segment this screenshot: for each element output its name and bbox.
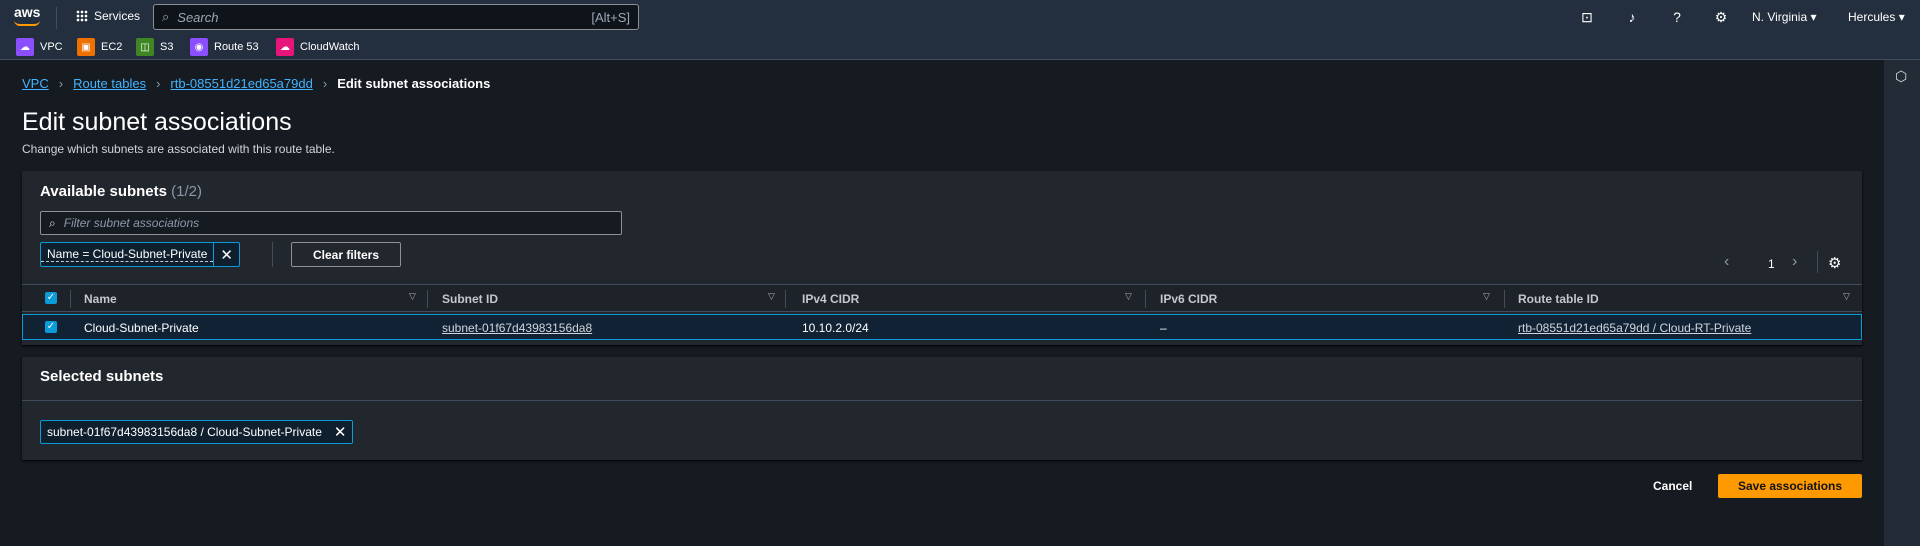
panel-title: Available subnets (1/2) [40, 183, 202, 200]
breadcrumb: VPC › Route tables › rtb-08551d21ed65a79dd… [22, 76, 490, 91]
divider [22, 400, 1862, 401]
selected-subnet-token: subnet-01f67d43983156da8 / Cloud-Subnet-… [40, 420, 354, 444]
user-label: Hercules [1848, 10, 1896, 24]
page-number[interactable]: 1 [1768, 257, 1775, 271]
favorite-label: S3 [160, 41, 174, 53]
search-placeholder: Search [177, 9, 219, 25]
panel-title: Selected subnets [40, 368, 164, 385]
page-title: Edit subnet associations [22, 108, 292, 136]
chevron-right-icon: › [58, 76, 64, 91]
save-associations-button[interactable]: Save associations [1718, 474, 1862, 498]
services-menu[interactable]: Services [76, 9, 140, 23]
favorite-label: EC2 [101, 41, 123, 53]
route53-icon: ◉ [190, 38, 208, 56]
favorite-vpc[interactable]: ☁ VPC [16, 38, 63, 56]
breadcrumb-route-tables[interactable]: Route tables [73, 76, 146, 91]
favorite-label: Route 53 [214, 41, 259, 53]
aws-logo-smile [14, 20, 40, 26]
divider [1817, 251, 1818, 273]
cell-route-table-link[interactable]: rtb-08551d21ed65a79dd / Cloud-RT-Private [1518, 321, 1751, 335]
column-header-subnet-id[interactable]: Subnet ID [442, 292, 498, 306]
search-icon: ⌕ [49, 215, 56, 230]
grid-icon [76, 10, 88, 22]
filter-placeholder: Filter subnet associations [63, 216, 200, 230]
token-label: subnet-01f67d43983156da8 / Cloud-Subnet-… [47, 425, 322, 439]
cell-subnet-id-link[interactable]: subnet-01f67d43983156da8 [442, 321, 592, 335]
top-nav: aws Services ⌕ Search [Alt+S] ⊡ ♪ ? ⚙ N. V… [0, 0, 1920, 36]
available-subnets-panel: Available subnets (1/2) ⌕ Filter subnet a… [22, 171, 1862, 345]
breadcrumb-vpc[interactable]: VPC [22, 76, 49, 91]
search-shortcut: [Alt+S] [591, 9, 630, 25]
divider [427, 290, 428, 308]
region-menu[interactable]: N. Virginia ▾ [1752, 10, 1817, 24]
help-icon[interactable]: ? [1668, 9, 1686, 25]
sort-icon[interactable]: ▽ [1843, 291, 1850, 302]
close-icon[interactable]: ✕ [213, 243, 239, 266]
divider [70, 290, 71, 308]
user-menu[interactable]: Hercules ▾ [1848, 10, 1905, 24]
services-label: Services [94, 9, 141, 23]
filter-token[interactable]: Name = Cloud-Subnet-Private ✕ [40, 242, 240, 267]
sort-icon[interactable]: ▽ [409, 291, 416, 302]
divider [272, 242, 273, 267]
select-all-checkbox[interactable]: ✓ [45, 292, 57, 304]
table-header: ✓ Name ▽ Subnet ID ▽ IPv4 CIDR ▽ IPv6 CIDR ▽… [22, 284, 1862, 312]
favorite-label: VPC [40, 41, 63, 53]
cancel-button[interactable]: Cancel [1653, 479, 1692, 493]
column-header-ipv6[interactable]: IPv6 CIDR [1160, 292, 1217, 306]
column-header-ipv4[interactable]: IPv4 CIDR [802, 292, 859, 306]
row-checkbox[interactable]: ✓ [45, 321, 57, 333]
favorite-route53[interactable]: ◉ Route 53 [190, 38, 259, 56]
cell-ipv4: 10.10.2.0/24 [802, 321, 869, 335]
gear-icon[interactable]: ⚙ [1712, 9, 1730, 26]
cell-ipv6: – [1160, 321, 1167, 335]
selected-subnets-panel: Selected subnets subnet-01f67d43983156da… [22, 357, 1862, 460]
cell-name: Cloud-Subnet-Private [84, 321, 199, 335]
filter-token-label: Name = Cloud-Subnet-Private [41, 247, 214, 262]
breadcrumb-route-table-id[interactable]: rtb-08551d21ed65a79dd [170, 76, 312, 91]
selection-count: (1/2) [171, 183, 203, 200]
cloudshell-icon[interactable]: ⊡ [1578, 9, 1596, 26]
sort-icon[interactable]: ▽ [768, 291, 775, 302]
column-header-route-table[interactable]: Route table ID [1518, 292, 1599, 306]
divider [1145, 290, 1146, 308]
favorite-ec2[interactable]: ▣ EC2 [77, 38, 122, 56]
favorite-s3[interactable]: ◫ S3 [136, 38, 173, 56]
gear-icon[interactable]: ⚙ [1828, 254, 1841, 272]
search-input[interactable]: ⌕ Search [Alt+S] [153, 4, 639, 30]
sort-icon[interactable]: ▽ [1483, 291, 1490, 302]
next-page-icon[interactable]: › [1792, 253, 1797, 271]
sort-icon[interactable]: ▽ [1125, 291, 1132, 302]
aws-logo[interactable]: aws [14, 4, 40, 20]
right-sidebar: ⬡ [1884, 60, 1920, 546]
chevron-right-icon: › [156, 76, 161, 91]
region-label: N. Virginia [1752, 10, 1808, 24]
favorite-label: CloudWatch [300, 41, 360, 53]
favorite-cloudwatch[interactable]: ☁ CloudWatch [276, 38, 360, 56]
panel-toggle-icon[interactable]: ⬡ [1895, 68, 1907, 85]
ec2-icon: ▣ [77, 38, 95, 56]
cloudwatch-icon: ☁ [276, 38, 294, 56]
chevron-right-icon: › [322, 76, 328, 91]
filter-input[interactable]: ⌕ Filter subnet associations [40, 211, 622, 235]
vpc-icon: ☁ [16, 38, 34, 56]
clear-filters-button[interactable]: Clear filters [291, 242, 401, 267]
column-header-name[interactable]: Name [84, 292, 117, 306]
page-description: Change which subnets are associated with… [22, 142, 335, 156]
divider [785, 290, 786, 308]
title-text: Available subnets [40, 183, 167, 200]
search-icon: ⌕ [162, 9, 170, 24]
prev-page-icon[interactable]: ‹ [1724, 253, 1729, 271]
table-row[interactable]: ✓ Cloud-Subnet-Private subnet-01f67d4398… [22, 314, 1862, 340]
divider [56, 7, 57, 29]
close-icon[interactable]: ✕ [328, 421, 353, 443]
bell-icon[interactable]: ♪ [1623, 9, 1641, 25]
divider [1504, 290, 1505, 308]
breadcrumb-current: Edit subnet associations [337, 76, 491, 91]
s3-icon: ◫ [136, 38, 154, 56]
